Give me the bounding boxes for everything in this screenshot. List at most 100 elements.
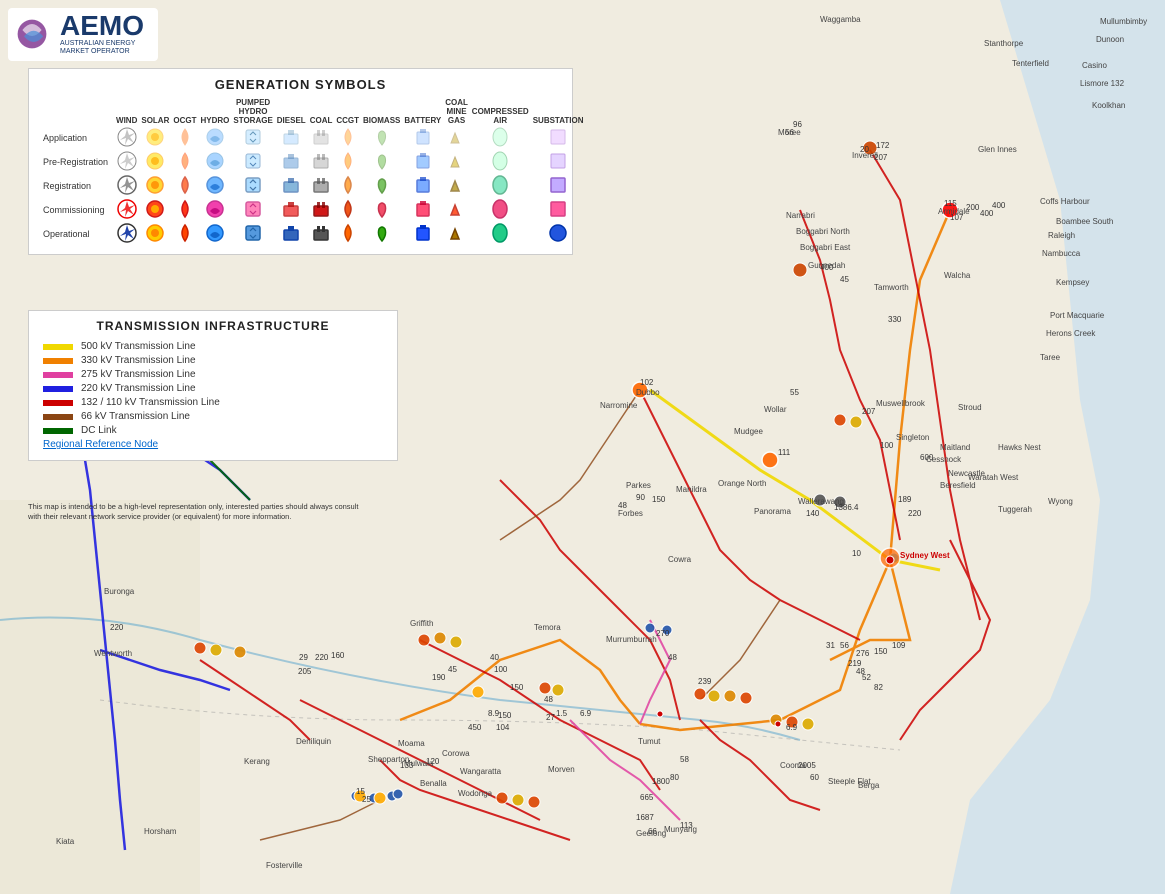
svg-text:Boggabri East: Boggabri East	[800, 243, 851, 252]
svg-text:Beresfield: Beresfield	[940, 481, 976, 490]
svg-text:Sydney West: Sydney West	[900, 551, 950, 560]
svg-text:Tamworth: Tamworth	[874, 283, 909, 292]
svg-text:Raleigh: Raleigh	[1048, 231, 1075, 240]
svg-text:90: 90	[636, 493, 645, 502]
col-wind: WIND	[114, 98, 139, 126]
svg-text:80: 80	[670, 773, 679, 782]
svg-text:Herons Creek: Herons Creek	[1046, 329, 1096, 338]
coalmine-application	[447, 127, 467, 147]
col-compressed: COMPRESSEDAIR	[470, 98, 531, 126]
svg-text:276: 276	[856, 649, 870, 658]
svg-text:Parkes: Parkes	[626, 481, 651, 490]
trans-line-500	[43, 344, 73, 350]
svg-text:Narromine: Narromine	[600, 401, 638, 410]
trans-item-66: 66 kV Transmission Line	[43, 411, 383, 422]
diesel-application	[281, 127, 301, 147]
logo-area: AEMO AUSTRALIAN ENERGY MARKET OPERATOR	[8, 8, 158, 61]
regional-reference-node-link[interactable]: Regional Reference Node	[43, 439, 383, 450]
trans-line-330	[43, 358, 73, 364]
svg-text:Stroud: Stroud	[958, 403, 982, 412]
svg-text:Cowra: Cowra	[668, 555, 692, 564]
svg-text:Koolkhan: Koolkhan	[1092, 101, 1125, 110]
svg-text:Taree: Taree	[1040, 353, 1061, 362]
svg-text:Mulwala: Mulwala	[404, 759, 434, 768]
svg-text:160: 160	[331, 651, 345, 660]
svg-text:207: 207	[862, 407, 876, 416]
svg-text:189: 189	[898, 495, 912, 504]
svg-text:Moree: Moree	[778, 128, 801, 137]
trans-label-275: 275 kV Transmission Line	[81, 369, 196, 380]
svg-text:27: 27	[546, 713, 555, 722]
svg-text:Wollar: Wollar	[764, 405, 787, 414]
logo-title: AEMO	[60, 12, 150, 40]
row-label-commissioning: Commissioning	[41, 198, 114, 222]
trans-legend-title: TRANSMISSION INFRASTRUCTURE	[43, 319, 383, 333]
svg-text:82: 82	[874, 683, 883, 692]
svg-text:Geelong: Geelong	[636, 829, 666, 838]
svg-text:Tenterfield: Tenterfield	[1012, 59, 1049, 68]
ccgt-application	[338, 127, 358, 147]
svg-text:Horsham: Horsham	[144, 827, 177, 836]
svg-text:45: 45	[840, 275, 849, 284]
substation-application	[548, 127, 568, 147]
col-ccgt: CCGT	[334, 98, 361, 126]
svg-text:25: 25	[362, 795, 371, 804]
svg-text:150: 150	[498, 711, 512, 720]
col-hydro: HYDRO	[198, 98, 231, 126]
svg-text:109: 109	[892, 641, 906, 650]
trans-line-132	[43, 400, 73, 406]
trans-item-330: 330 kV Transmission Line	[43, 355, 383, 366]
svg-text:Cooma: Cooma	[780, 761, 806, 770]
pumped-application	[243, 127, 263, 147]
svg-text:Kiata: Kiata	[56, 837, 75, 846]
compressed-application	[490, 127, 510, 147]
svg-text:150: 150	[652, 495, 666, 504]
svg-text:45: 45	[448, 665, 457, 674]
row-label-preregistration: Pre-Registration	[41, 150, 114, 174]
svg-text:52: 52	[862, 673, 871, 682]
svg-text:Boambee South: Boambee South	[1056, 217, 1113, 226]
svg-text:1.5: 1.5	[556, 709, 568, 718]
svg-text:239: 239	[698, 677, 712, 686]
svg-text:58: 58	[680, 755, 689, 764]
trans-item-500: 500 kV Transmission Line	[43, 341, 383, 352]
svg-text:270: 270	[656, 629, 670, 638]
svg-text:102: 102	[640, 378, 654, 387]
trans-label-220: 220 kV Transmission Line	[81, 383, 196, 394]
svg-text:Orange North: Orange North	[718, 479, 766, 488]
wind-application	[117, 127, 137, 147]
trans-label-500: 500 kV Transmission Line	[81, 341, 196, 352]
logo-subtitle: AUSTRALIAN ENERGY MARKET OPERATOR	[60, 40, 150, 57]
svg-text:220: 220	[110, 623, 124, 632]
col-diesel: DIESEL	[275, 98, 308, 126]
row-operational: Operational	[41, 222, 586, 246]
svg-text:Wentworth: Wentworth	[94, 649, 132, 658]
trans-line-66	[43, 414, 73, 420]
trans-legend: TRANSMISSION INFRASTRUCTURE 500 kV Trans…	[28, 310, 398, 461]
row-preregistration: Pre-Registration	[41, 150, 586, 174]
trans-item-dc: DC Link	[43, 425, 383, 436]
svg-text:Munyang: Munyang	[664, 825, 697, 834]
coal-application	[311, 127, 331, 147]
svg-text:6.9: 6.9	[580, 709, 592, 718]
ocgt-application	[175, 127, 195, 147]
svg-text:Coffs Harbour: Coffs Harbour	[1040, 197, 1090, 206]
svg-text:Gunnedah: Gunnedah	[808, 261, 845, 270]
svg-text:Morven: Morven	[548, 765, 575, 774]
svg-text:1800: 1800	[652, 777, 670, 786]
svg-text:48: 48	[544, 695, 553, 704]
svg-text:400: 400	[992, 201, 1006, 210]
svg-text:Panorama: Panorama	[754, 507, 791, 516]
svg-text:Hawks Nest: Hawks Nest	[998, 443, 1041, 452]
trans-item-132: 132 / 110 kV Transmission Line	[43, 397, 383, 408]
svg-text:Murrumburrah: Murrumburrah	[606, 635, 657, 644]
trans-label-66: 66 kV Transmission Line	[81, 411, 190, 422]
svg-text:Forbes: Forbes	[618, 509, 643, 518]
svg-text:40: 40	[490, 653, 499, 662]
col-ocgt: OCGT	[171, 98, 198, 126]
svg-text:Dubbo: Dubbo	[636, 388, 660, 397]
svg-text:104: 104	[496, 723, 510, 732]
svg-text:100: 100	[494, 665, 508, 674]
trans-line-220	[43, 386, 73, 392]
row-registration: Registration	[41, 174, 586, 198]
